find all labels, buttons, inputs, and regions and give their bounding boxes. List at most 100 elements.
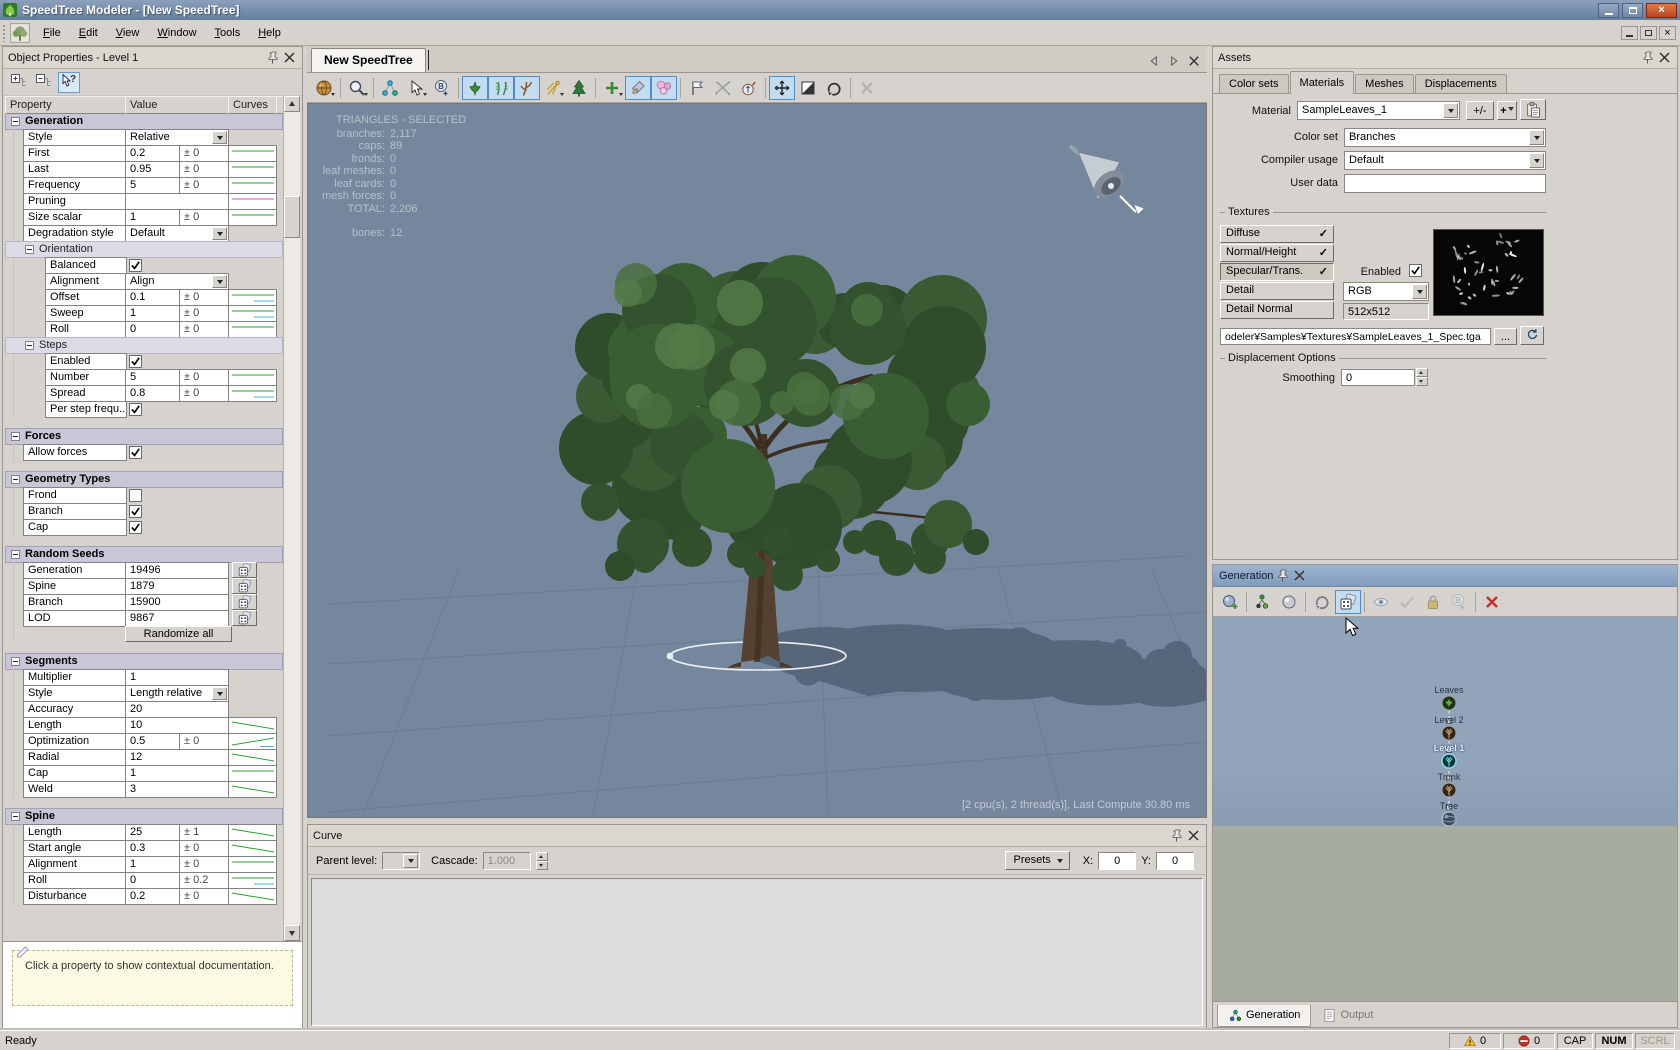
nav-right-icon[interactable] [1167, 54, 1181, 68]
curve-cell[interactable] [228, 177, 277, 194]
curve-cell[interactable] [228, 369, 277, 386]
y-input[interactable]: 0 [1156, 852, 1194, 870]
mdi-restore-button[interactable] [1640, 26, 1657, 40]
texture-map-detail-button[interactable]: Detail [1220, 282, 1334, 300]
collapse-box-icon[interactable] [11, 550, 20, 559]
col-value[interactable]: Value [125, 96, 229, 114]
bone-add-button[interactable]: B [1446, 590, 1472, 614]
collapse-box-icon[interactable] [11, 475, 20, 484]
curve-cell[interactable] [228, 145, 277, 162]
sphere-button[interactable] [1276, 590, 1302, 614]
curve-cell[interactable] [228, 209, 277, 226]
variance-cell[interactable]: ± 0 [179, 385, 229, 402]
tab-new-speedtree[interactable]: New SpeedTree [311, 48, 426, 72]
pin-icon[interactable] [1169, 828, 1184, 843]
value-cell[interactable]: 0.95 [125, 161, 180, 178]
randomize-dice-button[interactable] [232, 610, 257, 626]
collapse-categories-button[interactable] [33, 72, 55, 93]
value-checkbox[interactable] [129, 259, 142, 272]
add-button[interactable] [599, 76, 625, 100]
forces-button[interactable] [540, 76, 566, 100]
x-input[interactable]: 0 [1098, 852, 1136, 870]
node-pair-button[interactable] [1250, 590, 1276, 614]
add-remove-material-button[interactable]: +/- [1466, 101, 1494, 120]
warnings-cell[interactable]: 0 [1449, 1033, 1501, 1049]
curve-cell[interactable] [228, 888, 277, 905]
chevron-down-icon[interactable] [1412, 284, 1427, 299]
variance-cell[interactable]: ± 0 [179, 888, 229, 905]
assets-tab-displacements[interactable]: Displacements [1415, 74, 1507, 93]
value-checkbox[interactable] [129, 489, 142, 502]
material-select[interactable]: SampleLeaves_1 [1297, 101, 1460, 120]
variance-cell[interactable]: ± 0 [179, 733, 229, 750]
mdi-minimize-button[interactable] [1621, 26, 1638, 40]
browse-button[interactable]: ... [1494, 328, 1517, 345]
curve-cell[interactable] [228, 717, 277, 734]
section-header-orientation[interactable]: Orientation [5, 241, 283, 258]
value-cell[interactable]: 5 [125, 369, 180, 386]
scale-button[interactable] [795, 76, 821, 100]
curve-cell[interactable] [228, 824, 277, 841]
value-cell[interactable] [125, 193, 229, 210]
curve-cell[interactable] [228, 840, 277, 857]
curve-cell[interactable] [228, 289, 277, 306]
user-data-input[interactable] [1344, 174, 1546, 193]
lock-button[interactable] [1420, 590, 1446, 614]
flag-button[interactable] [684, 76, 710, 100]
pin-icon[interactable] [265, 50, 280, 65]
curve-cell[interactable] [228, 161, 277, 178]
check-button[interactable] [1394, 590, 1420, 614]
value-cell[interactable]: 0.2 [125, 145, 180, 162]
curve-cell[interactable] [228, 305, 277, 322]
world-button[interactable] [311, 76, 337, 100]
mdi-close-button[interactable]: × [1659, 26, 1676, 40]
close-button[interactable]: × [1646, 3, 1677, 18]
texture-map-detail-normal-button[interactable]: Detail Normal [1220, 301, 1334, 319]
generation-node-view[interactable]: LeavesLevel 2Level 1TrunkTree [1213, 617, 1677, 1001]
tab-close-icon[interactable] [1187, 54, 1201, 68]
value-cell[interactable]: 0.5 [125, 733, 180, 750]
collapse-box-icon[interactable] [11, 432, 20, 441]
generation-node-leaves[interactable]: Leaves [1414, 685, 1484, 714]
smoothing-stepper[interactable] [1416, 368, 1428, 386]
col-property[interactable]: Property [5, 96, 126, 114]
section-header-generation[interactable]: Generation [5, 114, 283, 130]
rotate-circle-button[interactable] [1309, 590, 1335, 614]
variance-cell[interactable]: ± 0 [179, 305, 229, 322]
value-cell[interactable]: 0.8 [125, 385, 180, 402]
value-cell[interactable]: 0 [125, 321, 180, 338]
menu-file[interactable]: File [34, 23, 70, 43]
expand-categories-button[interactable] [8, 72, 30, 93]
randomize-dice-button[interactable] [232, 594, 257, 610]
section-header-forces[interactable]: Forces [5, 428, 283, 445]
value-dropdown[interactable]: Default [125, 225, 229, 242]
close-icon[interactable] [1292, 568, 1307, 583]
value-cell[interactable]: 10 [125, 717, 229, 734]
collapse-box-icon[interactable] [11, 812, 20, 821]
variance-cell[interactable]: ± 0 [179, 369, 229, 386]
variance-cell[interactable]: ± 0 [179, 161, 229, 178]
generation-node-level-2[interactable]: Level 2 [1414, 715, 1484, 744]
compiler-usage-select[interactable]: Default [1344, 151, 1546, 170]
value-cell[interactable]: 25 [125, 824, 180, 841]
reload-texture-button[interactable] [1520, 326, 1544, 345]
menu-window[interactable]: Window [148, 23, 205, 43]
value-cell[interactable]: 5 [125, 177, 180, 194]
section-header-random-seeds[interactable]: Random Seeds [5, 546, 283, 563]
close-icon[interactable] [1186, 828, 1201, 843]
parent-level-select[interactable] [382, 852, 420, 870]
variance-cell[interactable]: ± 0 [179, 209, 229, 226]
presets-dropdown[interactable]: Presets [1005, 851, 1070, 870]
pin-icon[interactable] [1640, 50, 1655, 65]
scroll-up-icon[interactable] [284, 96, 300, 112]
texture-map-diffuse-button[interactable]: Diffuse✓ [1220, 225, 1334, 243]
light-button[interactable] [625, 76, 651, 100]
minimize-button[interactable] [1598, 3, 1619, 18]
delete-button[interactable] [854, 76, 880, 100]
property-scrollbar[interactable] [283, 96, 300, 941]
texture-preview[interactable] [1433, 229, 1544, 316]
texture-path-input[interactable]: odeler¥Samples¥Textures¥SampleLeaves_1_S… [1220, 328, 1491, 345]
seed-value[interactable]: 1879 [125, 578, 229, 595]
texture-map-specular-trans--button[interactable]: Specular/Trans.✓ [1220, 263, 1334, 281]
scroll-thumb[interactable] [284, 196, 300, 238]
